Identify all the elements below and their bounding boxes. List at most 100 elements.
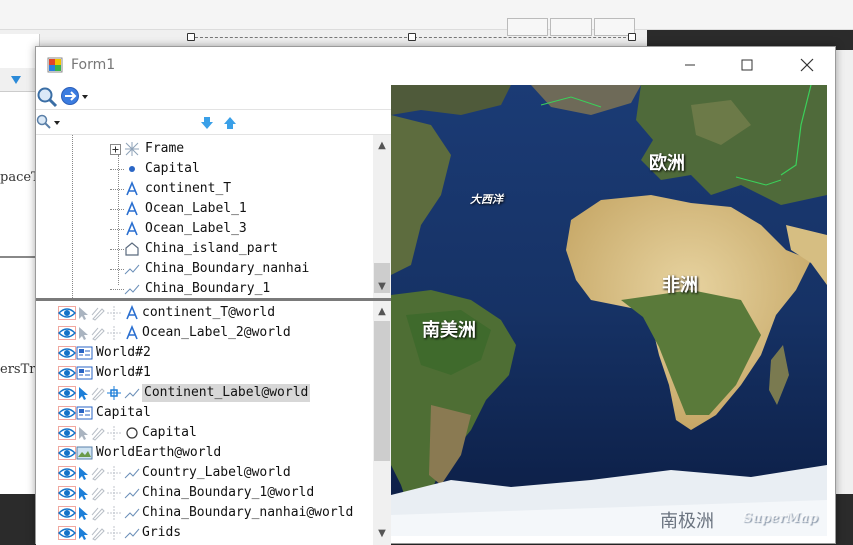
layer-tree-item[interactable]: World#2 xyxy=(58,343,151,363)
theme-tree-item[interactable]: Capital xyxy=(110,159,200,179)
snapable-icon[interactable] xyxy=(106,325,122,341)
theme-tree-item[interactable]: China_island_part xyxy=(110,239,278,259)
scroll-down-arrow-icon[interactable]: ▼ xyxy=(373,278,391,295)
layer-tree-item[interactable]: Continent_Label@world xyxy=(58,383,311,403)
supermap-watermark: SuperMap xyxy=(743,511,818,526)
visible-eye-icon[interactable] xyxy=(58,305,76,321)
visible-eye-icon[interactable] xyxy=(58,505,76,521)
visible-eye-icon[interactable] xyxy=(58,365,76,381)
snapable-icon[interactable] xyxy=(106,525,122,541)
scroll-down-arrow-icon[interactable]: ▼ xyxy=(373,525,391,542)
visible-eye-icon[interactable] xyxy=(58,465,76,481)
tree-connector xyxy=(110,188,124,190)
theme-tree-item[interactable]: continent_T xyxy=(110,179,231,199)
snapable-icon[interactable] xyxy=(106,425,122,441)
layer-tree-item[interactable]: Capital xyxy=(58,403,151,423)
dropdown-arrow-icon[interactable] xyxy=(54,120,62,128)
title-bar: Form1 xyxy=(36,47,835,85)
editable-icon[interactable] xyxy=(90,505,106,521)
selectable-icon[interactable] xyxy=(76,485,90,501)
dropdown-arrow-icon[interactable] xyxy=(82,94,90,102)
layer-tree-item[interactable]: WorldEarth@world xyxy=(58,443,221,463)
selectable-icon[interactable] xyxy=(76,385,90,401)
maximize-button[interactable] xyxy=(724,47,770,83)
layer-tree-item[interactable]: Ocean_Label_2@world xyxy=(58,323,291,343)
visible-eye-icon[interactable] xyxy=(58,325,76,341)
search-small-icon[interactable] xyxy=(36,114,52,130)
layer-tree-panel: continent_T@world Ocean_Label_2@world Worl… xyxy=(36,301,391,545)
expand-toggle-icon[interactable] xyxy=(110,142,121,157)
navigate-circle-icon[interactable] xyxy=(60,86,82,108)
window-title: Form1 xyxy=(71,57,116,73)
theme-tree-item-label: Frame xyxy=(145,141,185,156)
resize-handle[interactable] xyxy=(408,33,416,41)
visible-eye-icon[interactable] xyxy=(58,345,76,361)
theme-tree-item[interactable]: Ocean_Label_3 xyxy=(110,219,247,239)
editable-icon[interactable] xyxy=(90,485,106,501)
snapable-icon[interactable] xyxy=(106,385,122,401)
layer-tree-item[interactable]: World#1 xyxy=(58,363,151,383)
line-layer-icon xyxy=(124,505,140,521)
resize-handle[interactable] xyxy=(187,33,195,41)
visible-eye-icon[interactable] xyxy=(58,405,76,421)
snapable-icon[interactable] xyxy=(106,305,122,321)
close-button[interactable] xyxy=(784,47,830,83)
theme-tree-item-label: China_Boundary_nanhai xyxy=(145,261,310,276)
layer-tree-scrollbar[interactable]: ▲ ▼ xyxy=(373,301,391,545)
designer-button[interactable] xyxy=(507,18,549,36)
move-up-icon[interactable] xyxy=(223,116,237,130)
editable-icon[interactable] xyxy=(90,525,106,541)
selectable-icon[interactable] xyxy=(76,505,90,521)
editable-icon[interactable] xyxy=(90,385,106,401)
visible-eye-icon[interactable] xyxy=(58,425,76,441)
visible-eye-icon[interactable] xyxy=(58,485,76,501)
theme-tree-item[interactable]: Ocean_Label_1 xyxy=(110,199,247,219)
layer-tree-item[interactable]: China_Boundary_nanhai@world xyxy=(58,503,353,523)
selectable-icon[interactable] xyxy=(76,305,90,321)
designer-divider xyxy=(0,256,40,258)
visible-eye-icon[interactable] xyxy=(58,525,76,541)
snapable-icon[interactable] xyxy=(106,505,122,521)
selectable-icon[interactable] xyxy=(76,425,90,441)
maximize-icon xyxy=(741,59,753,71)
visible-eye-icon[interactable] xyxy=(58,445,76,461)
selectable-icon[interactable] xyxy=(76,525,90,541)
move-down-icon[interactable] xyxy=(200,116,214,130)
scroll-up-arrow-icon[interactable]: ▲ xyxy=(373,303,391,320)
designer-label: ersTr xyxy=(0,362,36,377)
theme-tree-item[interactable]: Frame xyxy=(110,139,184,159)
layer-tree-item[interactable]: Country_Label@world xyxy=(58,463,291,483)
layer-tree-item[interactable]: Grids xyxy=(58,523,181,543)
theme-tree-scrollbar[interactable]: ▲ ▼ xyxy=(373,135,391,298)
map-label-europe: 欧洲 xyxy=(649,153,685,174)
editable-icon[interactable] xyxy=(90,425,106,441)
editable-icon[interactable] xyxy=(90,305,106,321)
scrollbar-thumb[interactable] xyxy=(374,321,390,461)
theme-tree-item[interactable]: China_Boundary_nanhai xyxy=(110,259,309,279)
layer-tree-item-label: continent_T@world xyxy=(142,305,276,320)
move-down-icon[interactable] xyxy=(8,72,24,88)
search-icon[interactable] xyxy=(36,86,58,108)
snapable-icon[interactable] xyxy=(106,465,122,481)
layer-tree-item[interactable]: China_Boundary_1@world xyxy=(58,483,314,503)
editable-icon[interactable] xyxy=(90,465,106,481)
theme-tree-item[interactable]: China_Boundary_1 xyxy=(110,279,270,298)
text-layer-icon xyxy=(124,325,140,341)
layer-tree-item[interactable]: Capital xyxy=(58,423,197,443)
snapable-icon[interactable] xyxy=(106,485,122,501)
designer-button[interactable] xyxy=(550,18,592,36)
layer-tree-item[interactable]: continent_T@world xyxy=(58,303,275,323)
minimize-button[interactable] xyxy=(667,47,713,83)
point-circle-icon xyxy=(124,425,140,441)
selectable-icon[interactable] xyxy=(76,325,90,341)
selectable-icon[interactable] xyxy=(76,465,90,481)
scroll-up-arrow-icon[interactable]: ▲ xyxy=(373,137,391,154)
tree-connector xyxy=(110,168,124,170)
resize-handle[interactable] xyxy=(628,33,636,41)
visible-eye-icon[interactable] xyxy=(58,385,76,401)
layer-toolbar xyxy=(36,109,391,135)
tree-connector xyxy=(110,248,124,250)
layer-tree-item-label: World#2 xyxy=(96,345,151,360)
map-control[interactable]: 欧洲 大西洋 非洲 南美洲 南极洲 SuperMap xyxy=(391,85,827,536)
editable-icon[interactable] xyxy=(90,325,106,341)
